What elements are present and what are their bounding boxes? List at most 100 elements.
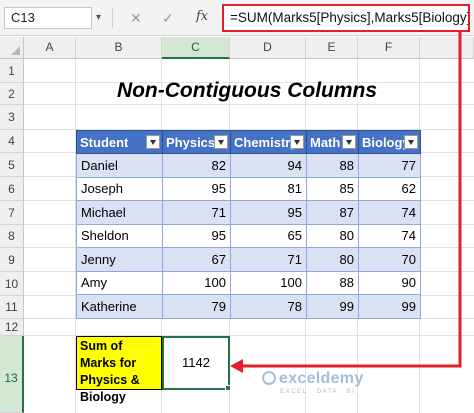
chemistry-cell[interactable]: 65 [230,223,307,248]
header-label: Biology [362,134,410,150]
watermark-tagline: EXCEL · DATA · BI [280,388,356,395]
table-row: Jenny 67 71 80 70 [76,247,421,272]
chemistry-cell[interactable]: 100 [230,270,307,295]
table-row: Amy 100 100 88 90 [76,270,421,295]
select-all-corner[interactable] [0,37,24,59]
column-header-a[interactable]: A [24,37,76,59]
physics-cell[interactable]: 95 [162,176,231,201]
enter-icon[interactable]: ✓ [162,9,174,27]
chemistry-cell[interactable]: 78 [230,294,307,319]
math-cell[interactable]: 88 [306,153,359,178]
header-label: Chemistry [234,134,298,150]
formula-input[interactable]: =SUM(Marks5[Physics],Marks5[Biology]) [222,4,470,32]
student-cell[interactable]: Katherine [76,294,163,319]
header-label: Physics [166,134,216,150]
physics-cell[interactable]: 79 [162,294,231,319]
selected-result-cell[interactable]: 1142 [162,336,230,390]
exceldemy-logo-icon [262,371,276,385]
name-box-dropdown-icon[interactable]: ▾ [96,12,101,23]
row-header-9[interactable]: 9 [0,248,24,272]
header-student: Student [76,130,163,154]
excel-window: C13 ▾ ✕ ✓ fx =SUM(Marks5[Physics],Marks5… [0,0,474,413]
exceldemy-watermark: exceldemy EXCEL · DATA · BI [262,370,364,395]
row-header-13[interactable]: 13 [0,336,24,413]
row-header-4[interactable]: 4 [0,130,24,153]
physics-cell[interactable]: 71 [162,200,231,225]
biology-cell[interactable]: 77 [358,153,421,178]
chemistry-cell[interactable]: 95 [230,200,307,225]
column-header-e[interactable]: E [306,37,358,59]
biology-cell[interactable]: 74 [358,223,421,248]
row-header-3[interactable]: 3 [0,105,24,130]
student-cell[interactable]: Daniel [76,153,163,178]
marks-table: Student Physics Chemistry Math Biology D… [76,130,421,319]
fill-handle[interactable] [225,385,231,391]
sum-label-cell[interactable]: Sum of Marks for Physics & Biology [76,336,162,404]
math-cell[interactable]: 80 [306,247,359,272]
physics-cell[interactable]: 95 [162,223,231,248]
header-label: Student [80,134,129,150]
table-row: Michael 71 95 87 74 [76,200,421,225]
row-header-7[interactable]: 7 [0,201,24,225]
biology-cell[interactable]: 62 [358,176,421,201]
sheet-title: Non-Contiguous Columns [116,79,378,102]
header-chemistry: Chemistry [230,130,307,154]
insert-function-icon[interactable]: fx [196,9,208,24]
biology-cell[interactable]: 90 [358,270,421,295]
row-header-1[interactable]: 1 [0,59,24,83]
filter-dropdown-icon[interactable] [342,135,356,149]
column-header-d[interactable]: D [230,37,306,59]
math-cell[interactable]: 80 [306,223,359,248]
table-row: Joseph 95 81 85 62 [76,176,421,201]
biology-cell[interactable]: 70 [358,247,421,272]
column-header-g[interactable] [420,37,474,59]
math-cell[interactable]: 85 [306,176,359,201]
row-header-12[interactable]: 12 [0,319,24,336]
student-cell[interactable]: Joseph [76,176,163,201]
select-all-icon [11,46,20,55]
table-row: Sheldon 95 65 80 74 [76,223,421,248]
cancel-icon[interactable]: ✕ [130,9,142,27]
header-label: Math [310,134,341,150]
filter-dropdown-icon[interactable] [290,135,304,149]
student-cell[interactable]: Amy [76,270,163,295]
filter-dropdown-icon[interactable] [146,135,160,149]
formula-bar-divider [112,8,113,28]
filter-dropdown-icon[interactable] [214,135,228,149]
table-header-row: Student Physics Chemistry Math Biology [76,130,421,154]
physics-cell[interactable]: 100 [162,270,231,295]
column-header-c[interactable]: C [162,37,230,59]
column-header-b[interactable]: B [76,37,162,59]
table-row: Katherine 79 78 99 99 [76,294,421,319]
callout-arrow-head [230,359,243,373]
header-physics: Physics [162,130,231,154]
table-row: Daniel 82 94 88 77 [76,153,421,178]
chemistry-cell[interactable]: 81 [230,176,307,201]
row-header-11[interactable]: 11 [0,296,24,319]
watermark-name: exceldemy [279,370,364,387]
physics-cell[interactable]: 82 [162,153,231,178]
formula-bar: C13 ▾ ✕ ✓ fx =SUM(Marks5[Physics],Marks5… [0,0,474,36]
row-header-8[interactable]: 8 [0,225,24,248]
header-biology: Biology [358,130,421,154]
math-cell[interactable]: 88 [306,270,359,295]
student-cell[interactable]: Michael [76,200,163,225]
row-header-10[interactable]: 10 [0,272,24,296]
math-cell[interactable]: 99 [306,294,359,319]
biology-cell[interactable]: 99 [358,294,421,319]
physics-cell[interactable]: 67 [162,247,231,272]
filter-dropdown-icon[interactable] [404,135,418,149]
column-header-f[interactable]: F [358,37,420,59]
row-header-6[interactable]: 6 [0,177,24,201]
chemistry-cell[interactable]: 94 [230,153,307,178]
gridline [24,104,474,105]
row-header-5[interactable]: 5 [0,153,24,177]
name-box[interactable]: C13 [4,7,92,29]
math-cell[interactable]: 87 [306,200,359,225]
chemistry-cell[interactable]: 71 [230,247,307,272]
row-header-2[interactable]: 2 [0,83,24,105]
student-cell[interactable]: Sheldon [76,223,163,248]
biology-cell[interactable]: 74 [358,200,421,225]
student-cell[interactable]: Jenny [76,247,163,272]
header-math: Math [306,130,359,154]
